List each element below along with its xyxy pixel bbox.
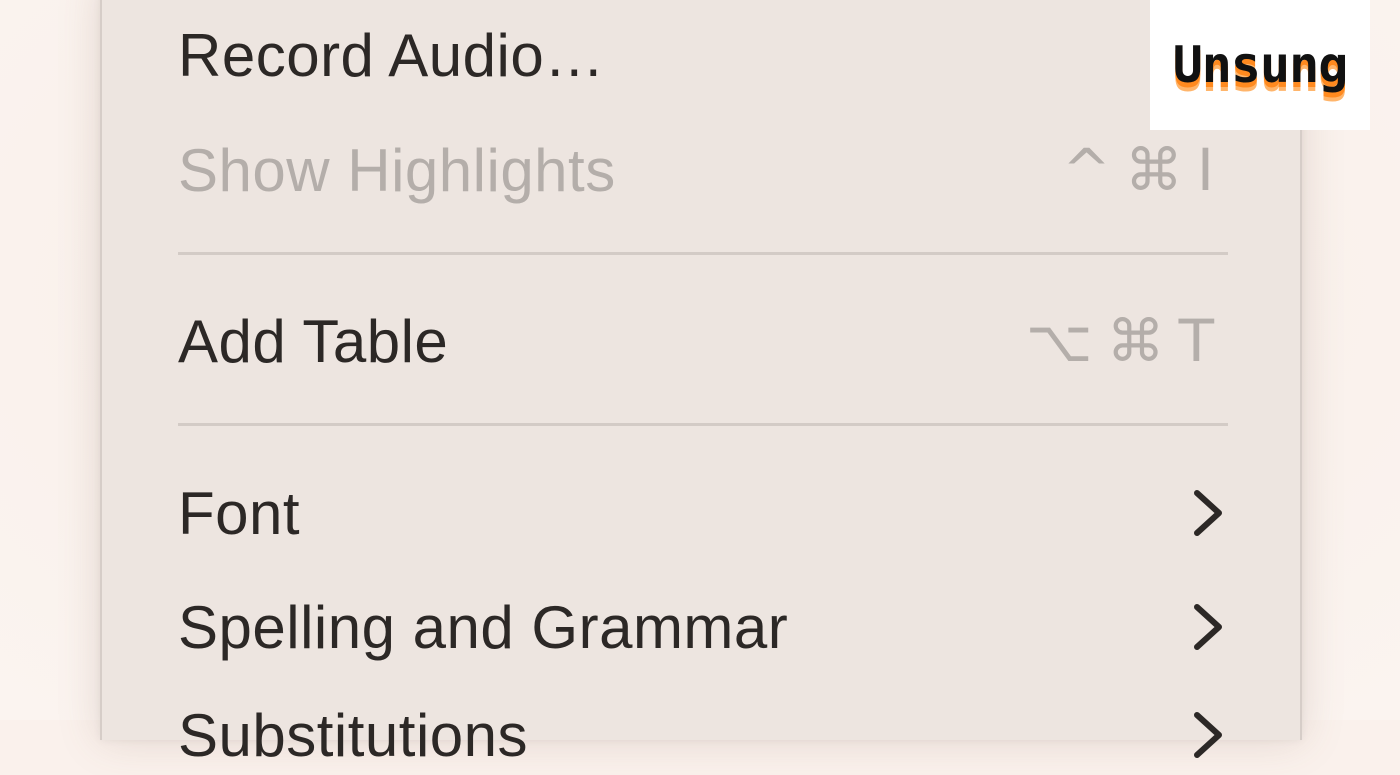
menu-item-label: Spelling and Grammar — [178, 593, 789, 661]
menu-item-substitutions[interactable]: Substitutions — [178, 695, 1228, 775]
menu-item-label: Add Table — [178, 307, 449, 375]
menu-item-font[interactable]: Font — [178, 473, 1228, 553]
menu-item-label: Record Audio… — [178, 21, 605, 89]
menu-item-label: Show Highlights — [178, 136, 616, 204]
logo-text: Unsung — [1172, 36, 1349, 94]
menu-item-label: Substitutions — [178, 701, 529, 769]
shortcut-label: ⌥⌘T — [1025, 307, 1228, 375]
watermark-logo: Unsung — [1150, 0, 1370, 130]
menu-item-label: Font — [178, 479, 301, 547]
chevron-right-icon — [1188, 483, 1228, 543]
menu-separator — [178, 423, 1228, 426]
context-menu: Record Audio… Show Highlights ^⌘I Add Ta… — [100, 0, 1302, 769]
shortcut-label: ^⌘I — [1062, 136, 1228, 204]
chevron-right-icon — [1188, 597, 1228, 657]
menu-item-record-audio[interactable]: Record Audio… — [178, 15, 1228, 95]
menu-separator — [178, 252, 1228, 255]
menu-item-spelling-and-grammar[interactable]: Spelling and Grammar — [178, 587, 1228, 667]
chevron-right-icon — [1188, 705, 1228, 765]
menu-item-add-table[interactable]: Add Table ⌥⌘T — [178, 301, 1228, 381]
menu-item-show-highlights: Show Highlights ^⌘I — [178, 130, 1228, 210]
